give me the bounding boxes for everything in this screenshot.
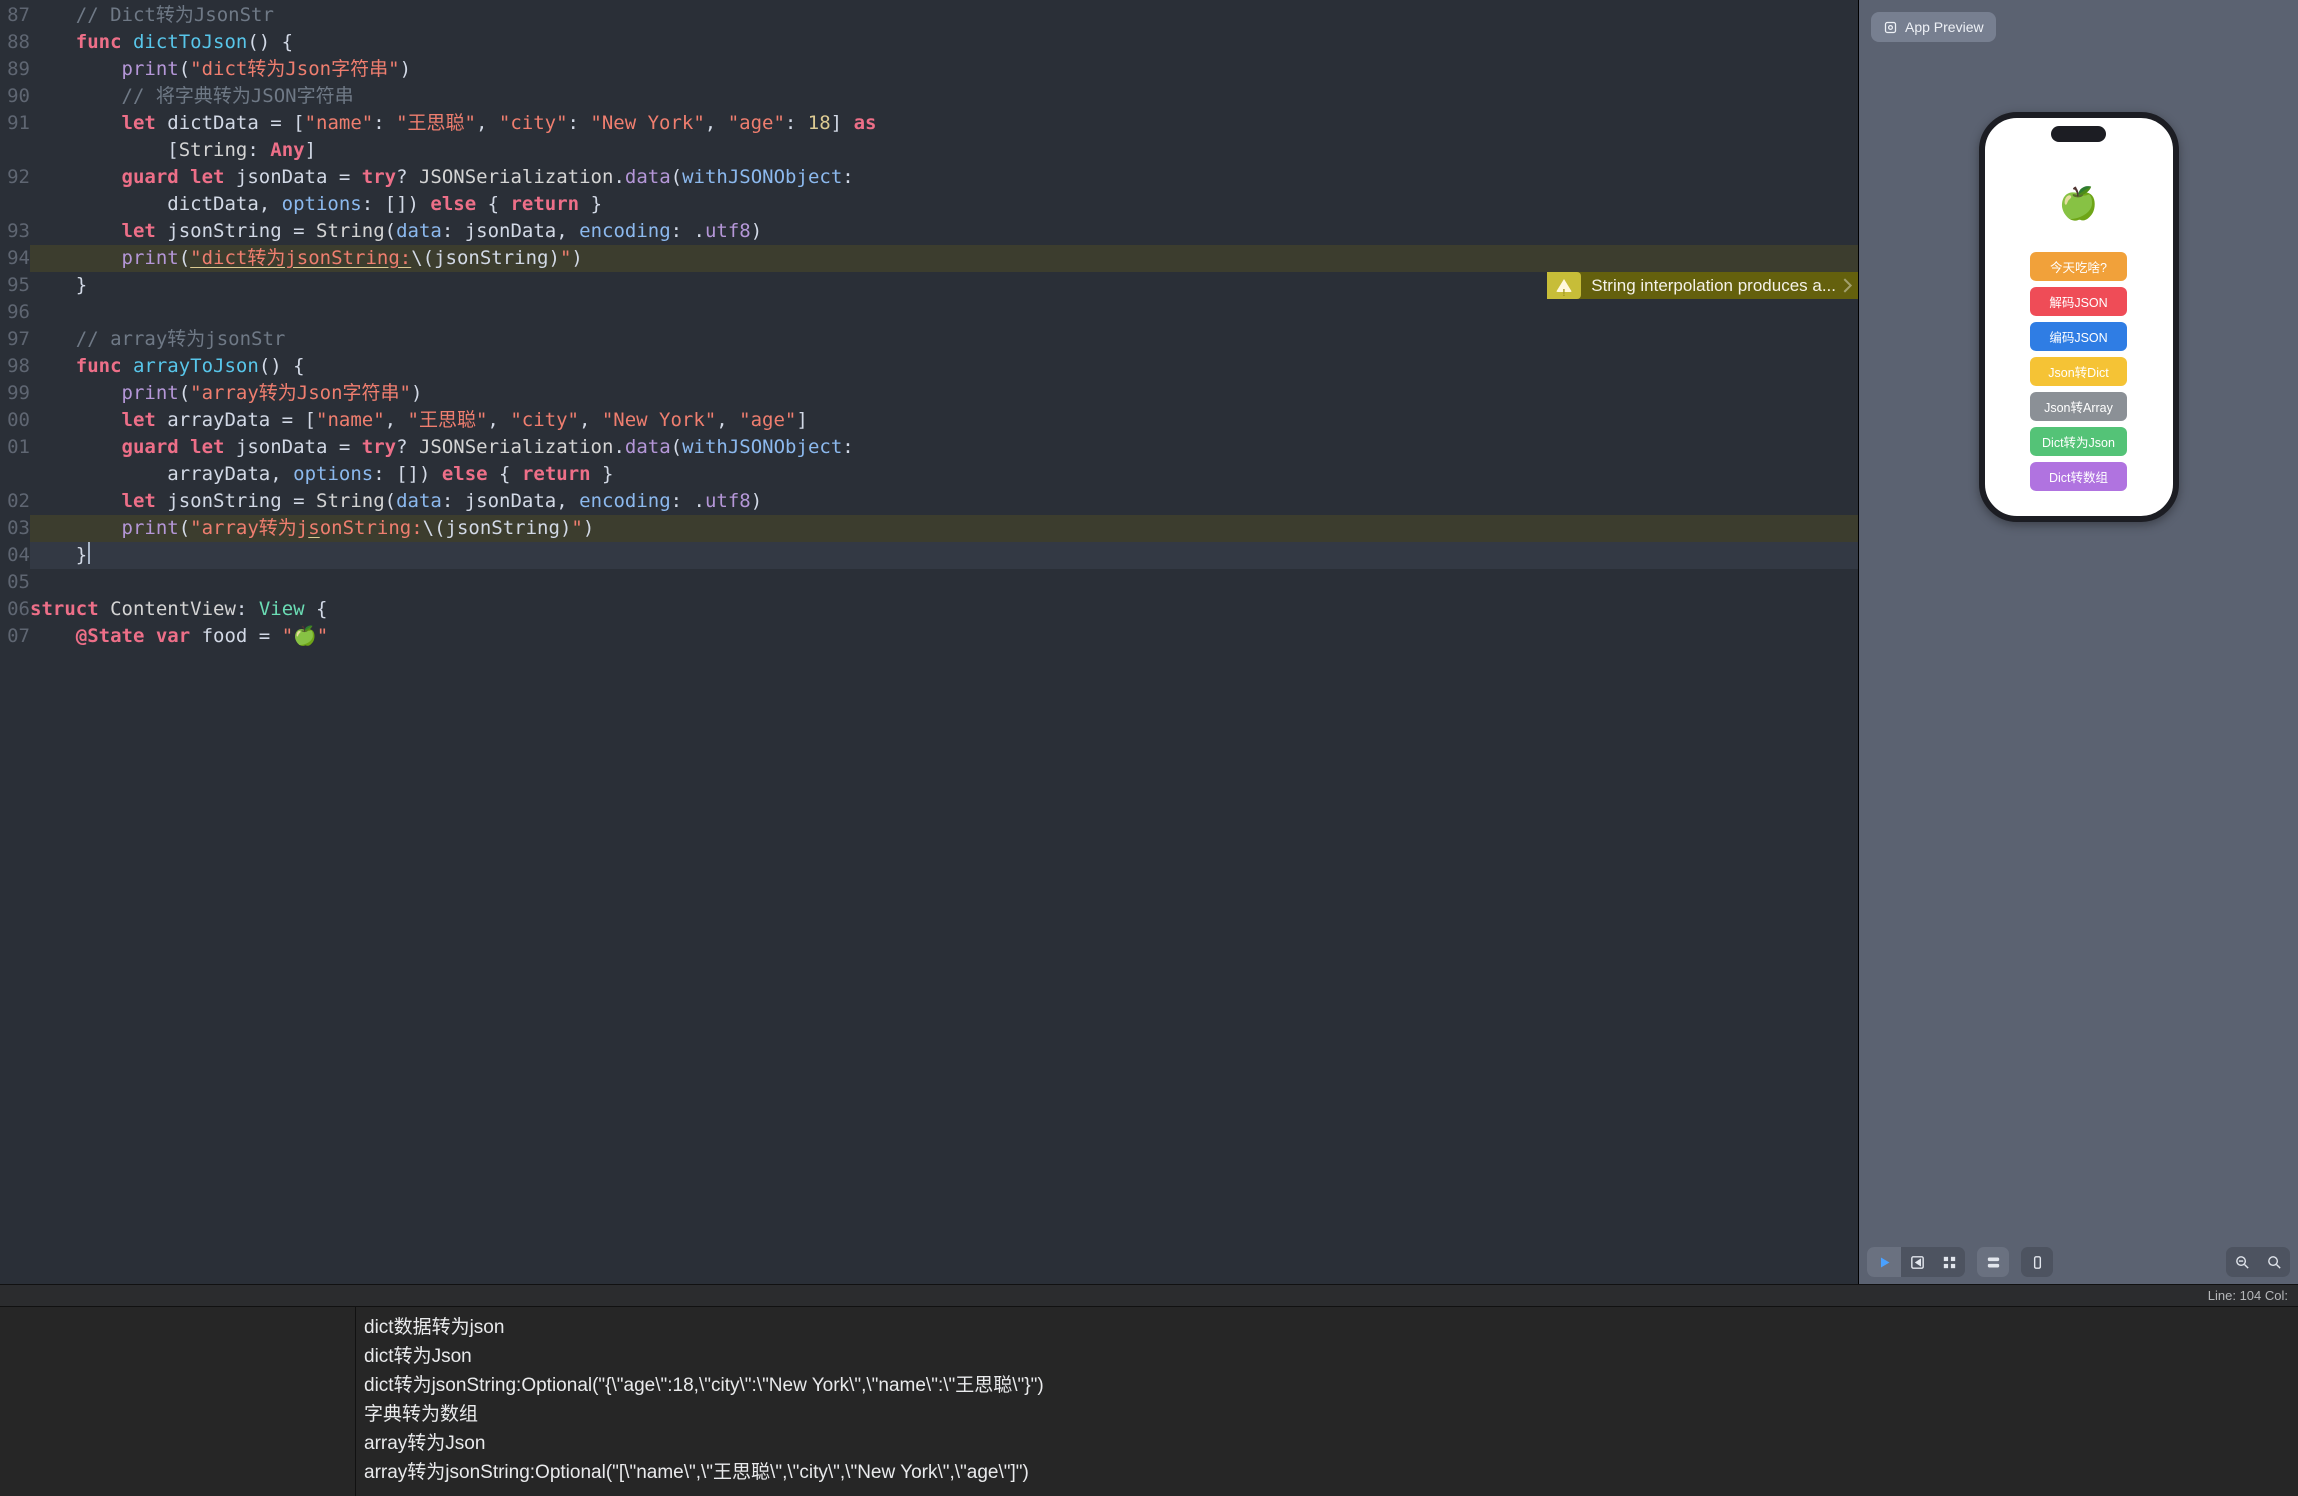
food-emoji: 🍏 [2059, 184, 2099, 222]
code-line[interactable] [30, 569, 1858, 596]
debug-console[interactable]: dict数据转为json dict转为Json dict转为jsonString… [0, 1306, 2298, 1496]
code-line[interactable]: // array转为jsonStr [30, 326, 1858, 353]
code-line[interactable]: // Dict转为JsonStr [30, 2, 1858, 29]
preview-button-3[interactable]: Json转Dict [2030, 357, 2127, 386]
preview-button-5[interactable]: Dict转为Json [2030, 427, 2127, 456]
zoom-fit-button[interactable] [2258, 1247, 2290, 1277]
grid-layout-button[interactable] [1933, 1247, 1965, 1277]
code-line[interactable]: let arrayData = ["name", "王思聪", "city", … [30, 407, 1858, 434]
status-bar: Line: 104 Col: [0, 1284, 2298, 1306]
preview-eye-icon [1883, 20, 1898, 35]
dynamic-island [2051, 126, 2106, 142]
console-output[interactable]: dict数据转为json dict转为Json dict转为jsonString… [356, 1307, 2298, 1496]
code-line[interactable]: } [30, 272, 1858, 299]
code-line[interactable]: struct ContentView: View { [30, 596, 1858, 623]
cursor-position: Line: 104 Col: [2208, 1288, 2288, 1303]
code-line[interactable]: func arrayToJson() { [30, 353, 1858, 380]
selectable-preview-button[interactable] [1901, 1247, 1933, 1277]
preview-toolbar [1859, 1240, 2298, 1284]
code-line[interactable]: let jsonString = String(data: jsonData, … [30, 218, 1858, 245]
code-line[interactable]: print("array转为jsonString:\(jsonString)")… [30, 515, 1858, 542]
live-preview-button[interactable] [1867, 1247, 1901, 1277]
code-area[interactable]: // Dict转为JsonStr func dictToJson() { pri… [30, 0, 1858, 1284]
code-line[interactable]: @State var food = "🍏" [30, 623, 1858, 650]
code-line[interactable]: } [30, 542, 1858, 569]
code-line[interactable]: dictData, options: []) else { return } [30, 191, 1858, 218]
phone-mock: 🍏 今天吃啥? 解码JSON 编码JSON Json转Dict Json转Array Di… [1979, 112, 2179, 522]
code-line[interactable]: func dictToJson() { [30, 29, 1858, 56]
code-line[interactable]: print("dict转为jsonString:\(jsonString)")S… [30, 245, 1858, 272]
preview-button-4[interactable]: Json转Array [2030, 392, 2127, 421]
code-line[interactable]: print("array转为Json字符串") [30, 380, 1858, 407]
preview-button-6[interactable]: Dict转数组 [2030, 462, 2127, 491]
code-line[interactable]: print("dict转为Json字符串") [30, 56, 1858, 83]
preview-button-0[interactable]: 今天吃啥? [2030, 252, 2127, 281]
code-line[interactable]: [String: Any] [30, 137, 1858, 164]
zoom-out-button[interactable] [2226, 1247, 2258, 1277]
code-line[interactable]: let jsonString = String(data: jsonData, … [30, 488, 1858, 515]
app-preview-label: App Preview [1905, 19, 1984, 35]
preview-button-1[interactable]: 解码JSON [2030, 287, 2127, 316]
code-line[interactable]: guard let jsonData = try? JSONSerializat… [30, 164, 1858, 191]
variables-pane[interactable] [0, 1307, 356, 1496]
preview-panel: App Preview 🍏 今天吃啥? 解码JSON 编码JSON Json转Dict… [1858, 0, 2298, 1284]
code-line[interactable] [30, 299, 1858, 326]
line-number-gutter: 8788899091929394959697989900010203040506… [0, 0, 30, 1284]
code-line[interactable]: let dictData = ["name": "王思聪", "city": "… [30, 110, 1858, 137]
code-line[interactable]: arrayData, options: []) else { return } [30, 461, 1858, 488]
preview-button-2[interactable]: 编码JSON [2030, 322, 2127, 351]
variants-button[interactable] [1977, 1247, 2009, 1277]
device-settings-button[interactable] [2021, 1247, 2053, 1277]
code-line[interactable]: guard let jsonData = try? JSONSerializat… [30, 434, 1858, 461]
code-line[interactable]: // 将字典转为JSON字符串 [30, 83, 1858, 110]
code-editor[interactable]: 8788899091929394959697989900010203040506… [0, 0, 1858, 1284]
app-preview-badge[interactable]: App Preview [1871, 12, 1996, 42]
